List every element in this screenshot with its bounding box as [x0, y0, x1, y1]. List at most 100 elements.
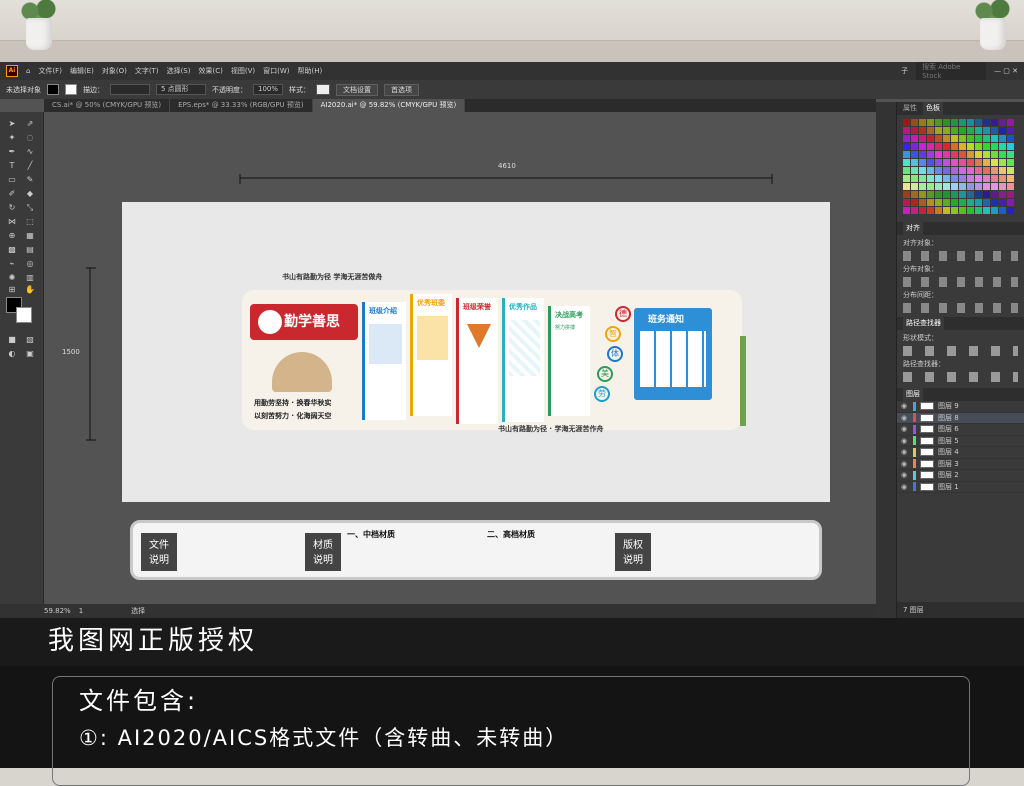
color-swatch[interactable] — [927, 119, 934, 126]
color-swatch[interactable] — [975, 119, 982, 126]
color-swatch[interactable] — [927, 191, 934, 198]
color-swatch[interactable] — [919, 151, 926, 158]
color-swatch[interactable] — [991, 159, 998, 166]
color-swatch[interactable] — [967, 207, 974, 214]
color-swatch[interactable] — [967, 143, 974, 150]
color-swatch[interactable] — [919, 119, 926, 126]
color-swatch[interactable] — [959, 191, 966, 198]
screen-mode-icon[interactable]: ▣ — [24, 348, 36, 359]
canvas-area[interactable]: 4610 1500 书山有路勤为径 学海无涯苦做舟 勤学善思 用勤劳坚持 · 换… — [44, 112, 876, 604]
color-swatch[interactable] — [1007, 167, 1014, 174]
perspective-tool-icon[interactable]: ▦ — [24, 230, 36, 241]
menu-view[interactable]: 视图(V) — [231, 66, 255, 76]
color-swatch[interactable] — [919, 199, 926, 206]
color-swatch[interactable] — [927, 167, 934, 174]
swatch-grid[interactable] — [897, 115, 1024, 218]
color-swatch[interactable] — [999, 183, 1006, 190]
layer-row[interactable]: ◉ 图层 6 — [897, 424, 1024, 436]
color-swatch[interactable] — [959, 159, 966, 166]
color-swatch[interactable] — [911, 151, 918, 158]
layer-row[interactable]: ◉ 图层 8 — [897, 412, 1024, 424]
stock-search-input[interactable]: 搜索 Adobe Stock — [916, 62, 987, 80]
document-setup-button[interactable]: 文档设置 — [336, 83, 379, 96]
color-swatch[interactable] — [991, 191, 998, 198]
home-icon[interactable]: ⌂ — [26, 67, 30, 75]
preferences-button[interactable]: 首选项 — [384, 83, 420, 96]
color-swatch[interactable] — [911, 159, 918, 166]
color-swatch[interactable] — [967, 135, 974, 142]
color-swatch[interactable] — [951, 167, 958, 174]
layer-row[interactable]: ◉ 图层 1 — [897, 482, 1024, 493]
artboard-tool-icon[interactable]: ⊞ — [6, 284, 18, 295]
menu-window[interactable]: 窗口(W) — [263, 66, 289, 76]
color-swatch[interactable] — [967, 159, 974, 166]
pen-tool-icon[interactable]: ✒ — [6, 146, 18, 157]
eye-icon[interactable]: ◉ — [901, 460, 909, 468]
color-swatch[interactable] — [935, 143, 942, 150]
color-swatch[interactable] — [951, 127, 958, 134]
color-swatch[interactable] — [927, 135, 934, 142]
color-swatch[interactable] — [991, 175, 998, 182]
color-swatch[interactable] — [911, 207, 918, 214]
color-swatch[interactable] — [1007, 143, 1014, 150]
rotate-tool-icon[interactable]: ↻ — [6, 202, 18, 213]
color-swatch[interactable] — [959, 183, 966, 190]
color-swatch[interactable] — [999, 135, 1006, 142]
color-swatch[interactable] — [903, 207, 910, 214]
color-swatch[interactable] — [903, 159, 910, 166]
rectangle-tool-icon[interactable]: ▭ — [6, 174, 18, 185]
color-swatch[interactable] — [999, 119, 1006, 126]
color-swatch[interactable] — [975, 143, 982, 150]
color-swatch[interactable] — [943, 199, 950, 206]
color-swatch[interactable] — [1007, 151, 1014, 158]
color-swatch[interactable] — [983, 143, 990, 150]
color-swatch[interactable] — [943, 127, 950, 134]
color-swatch[interactable] — [975, 135, 982, 142]
menu-object[interactable]: 对象(O) — [102, 66, 127, 76]
color-swatch[interactable] — [911, 167, 918, 174]
color-swatch[interactable] — [935, 191, 942, 198]
color-swatch[interactable] — [999, 175, 1006, 182]
color-swatch[interactable] — [951, 151, 958, 158]
color-swatch[interactable] — [903, 175, 910, 182]
color-swatch[interactable] — [975, 127, 982, 134]
color-swatch[interactable] — [935, 175, 942, 182]
mesh-tool-icon[interactable]: ▩ — [6, 244, 18, 255]
artboard[interactable]: 书山有路勤为径 学海无涯苦做舟 勤学善思 用勤劳坚持 · 换春华秋实 以刻苦努力… — [122, 202, 830, 502]
graph-tool-icon[interactable]: ▥ — [24, 272, 36, 283]
color-swatch[interactable] — [1007, 175, 1014, 182]
color-swatch[interactable] — [911, 119, 918, 126]
color-swatch[interactable] — [1007, 119, 1014, 126]
layer-row[interactable]: ◉ 图层 9 — [897, 401, 1024, 413]
eye-icon[interactable]: ◉ — [901, 402, 909, 410]
color-swatch[interactable] — [975, 199, 982, 206]
color-swatch[interactable] — [991, 167, 998, 174]
color-swatch[interactable] — [927, 183, 934, 190]
color-swatch[interactable] — [991, 151, 998, 158]
color-swatch[interactable] — [951, 175, 958, 182]
color-swatch[interactable] — [1007, 159, 1014, 166]
menu-select[interactable]: 选择(S) — [167, 66, 191, 76]
color-swatch[interactable] — [967, 127, 974, 134]
color-swatch[interactable] — [935, 159, 942, 166]
zoom-level[interactable]: 59.82% — [44, 607, 71, 615]
stroke-swatch[interactable] — [65, 84, 77, 95]
color-swatch[interactable] — [911, 199, 918, 206]
color-swatch[interactable] — [903, 199, 910, 206]
tab-properties[interactable]: 属性 — [903, 102, 917, 115]
tab-pathfinder[interactable]: 路径查找器 — [903, 317, 944, 330]
color-swatch[interactable] — [991, 135, 998, 142]
color-swatch[interactable] — [967, 119, 974, 126]
color-mode-icon[interactable]: ■ — [6, 334, 18, 345]
color-swatch[interactable] — [935, 207, 942, 214]
menu-type[interactable]: 文字(T) — [135, 66, 159, 76]
color-swatch[interactable] — [911, 143, 918, 150]
color-swatch[interactable] — [991, 199, 998, 206]
color-swatch[interactable] — [903, 119, 910, 126]
free-transform-tool-icon[interactable]: ⬚ — [24, 216, 36, 227]
color-swatch[interactable] — [967, 175, 974, 182]
color-swatch[interactable] — [951, 191, 958, 198]
eye-icon[interactable]: ◉ — [901, 471, 909, 479]
color-swatch[interactable] — [911, 191, 918, 198]
artboard-number[interactable]: 1 — [79, 607, 83, 615]
